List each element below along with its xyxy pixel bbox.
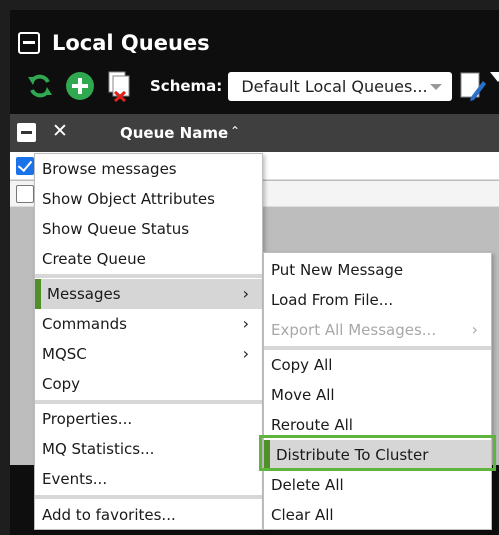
menu-item-create-queue[interactable]: Create Queue [35, 244, 262, 274]
menu-item-mqsc[interactable]: MQSC › [35, 339, 262, 369]
menu-item-clear-all[interactable]: Clear All [264, 500, 491, 530]
menu-item-label: Clear All [271, 506, 334, 524]
menu-item-show-object-attributes[interactable]: Show Object Attributes [35, 184, 262, 214]
menu-item-properties[interactable]: Properties... [35, 404, 262, 434]
chevron-right-icon: › [242, 344, 249, 363]
menu-item-label: MQSC [42, 345, 87, 363]
menu-item-label: Show Object Attributes [42, 190, 215, 208]
page-title: Local Queues [52, 31, 210, 55]
menu-item-label: Reroute All [271, 416, 353, 434]
menu-item-label: Show Queue Status [42, 220, 190, 238]
menu-item-label: Messages [47, 285, 121, 303]
menu-item-load-from-file[interactable]: Load From File... [264, 285, 491, 315]
delete-document-icon[interactable] [104, 70, 136, 102]
menu-item-label: Export All Messages... [271, 321, 437, 339]
menu-item-label: Put New Message [271, 261, 404, 279]
messages-submenu: Put New Message Load From File... Export… [263, 252, 492, 530]
menu-item-label: Move All [271, 386, 335, 404]
menu-item-export-all-messages: Export All Messages... › [264, 315, 491, 345]
chevron-right-icon: › [471, 320, 478, 339]
menu-item-messages[interactable]: Messages › [35, 279, 262, 309]
menu-item-label: Properties... [42, 410, 133, 428]
refresh-icon[interactable] [24, 70, 56, 102]
context-menu: Browse messages Show Object Attributes S… [34, 153, 263, 530]
edit-schema-icon[interactable] [459, 70, 487, 102]
menu-item-mq-statistics[interactable]: MQ Statistics... [35, 434, 262, 464]
menu-item-label: Create Queue [42, 250, 146, 268]
menu-item-label: Delete All [271, 476, 344, 494]
chevron-right-icon: › [242, 284, 249, 303]
menu-item-events[interactable]: Events... [35, 464, 262, 494]
menu-separator [35, 274, 262, 278]
select-all-checkbox[interactable] [17, 123, 36, 142]
schema-select-value: Default Local Queues... [241, 76, 428, 96]
menu-item-browse-messages[interactable]: Browse messages [35, 154, 262, 184]
menu-item-commands[interactable]: Commands › [35, 309, 262, 339]
chevron-down-icon [430, 83, 443, 90]
schema-label: Schema: [150, 77, 223, 95]
menu-item-reroute-all[interactable]: Reroute All [264, 410, 491, 440]
menu-item-move-all[interactable]: Move All [264, 380, 491, 410]
chevron-right-icon: › [242, 314, 249, 333]
row-checkbox[interactable] [16, 157, 34, 175]
menu-item-show-queue-status[interactable]: Show Queue Status [35, 214, 262, 244]
menu-separator [35, 495, 262, 499]
menu-item-label: Copy All [271, 356, 333, 374]
clear-filter-icon[interactable]: ✕ [52, 120, 68, 142]
title-row: Local Queues [18, 28, 210, 58]
menu-item-label: Commands [42, 315, 127, 333]
menu-item-label: Copy [42, 375, 81, 393]
column-header-queue-name[interactable]: Queue Name [120, 124, 228, 142]
menu-item-copy-all[interactable]: Copy All [264, 350, 491, 380]
menu-item-add-to-favorites[interactable]: Add to favorites... [35, 500, 262, 530]
menu-item-delete-all[interactable]: Delete All [264, 470, 491, 500]
grid-header: ✕ Queue Name ⌃ [10, 114, 499, 152]
menu-item-distribute-to-cluster[interactable]: Distribute To Cluster [264, 440, 491, 470]
menu-item-label: Browse messages [42, 160, 177, 178]
collapse-icon[interactable] [18, 32, 40, 54]
toolbar: Schema: Default Local Queues... [24, 69, 495, 103]
menu-item-label: MQ Statistics... [42, 440, 155, 458]
menu-item-label: Events... [42, 470, 108, 488]
menu-item-label: Add to favorites... [42, 506, 176, 524]
menu-item-label: Distribute To Cluster [276, 446, 429, 464]
menu-item-label: Load From File... [271, 291, 394, 309]
schema-select[interactable]: Default Local Queues... [228, 71, 453, 101]
row-checkbox[interactable] [16, 185, 34, 203]
menu-item-put-new-message[interactable]: Put New Message [264, 255, 491, 285]
add-icon[interactable] [64, 70, 96, 102]
sort-ascending-icon[interactable]: ⌃ [230, 124, 240, 138]
toolbar-overflow-icon[interactable] [490, 72, 499, 82]
menu-item-copy[interactable]: Copy [35, 369, 262, 399]
